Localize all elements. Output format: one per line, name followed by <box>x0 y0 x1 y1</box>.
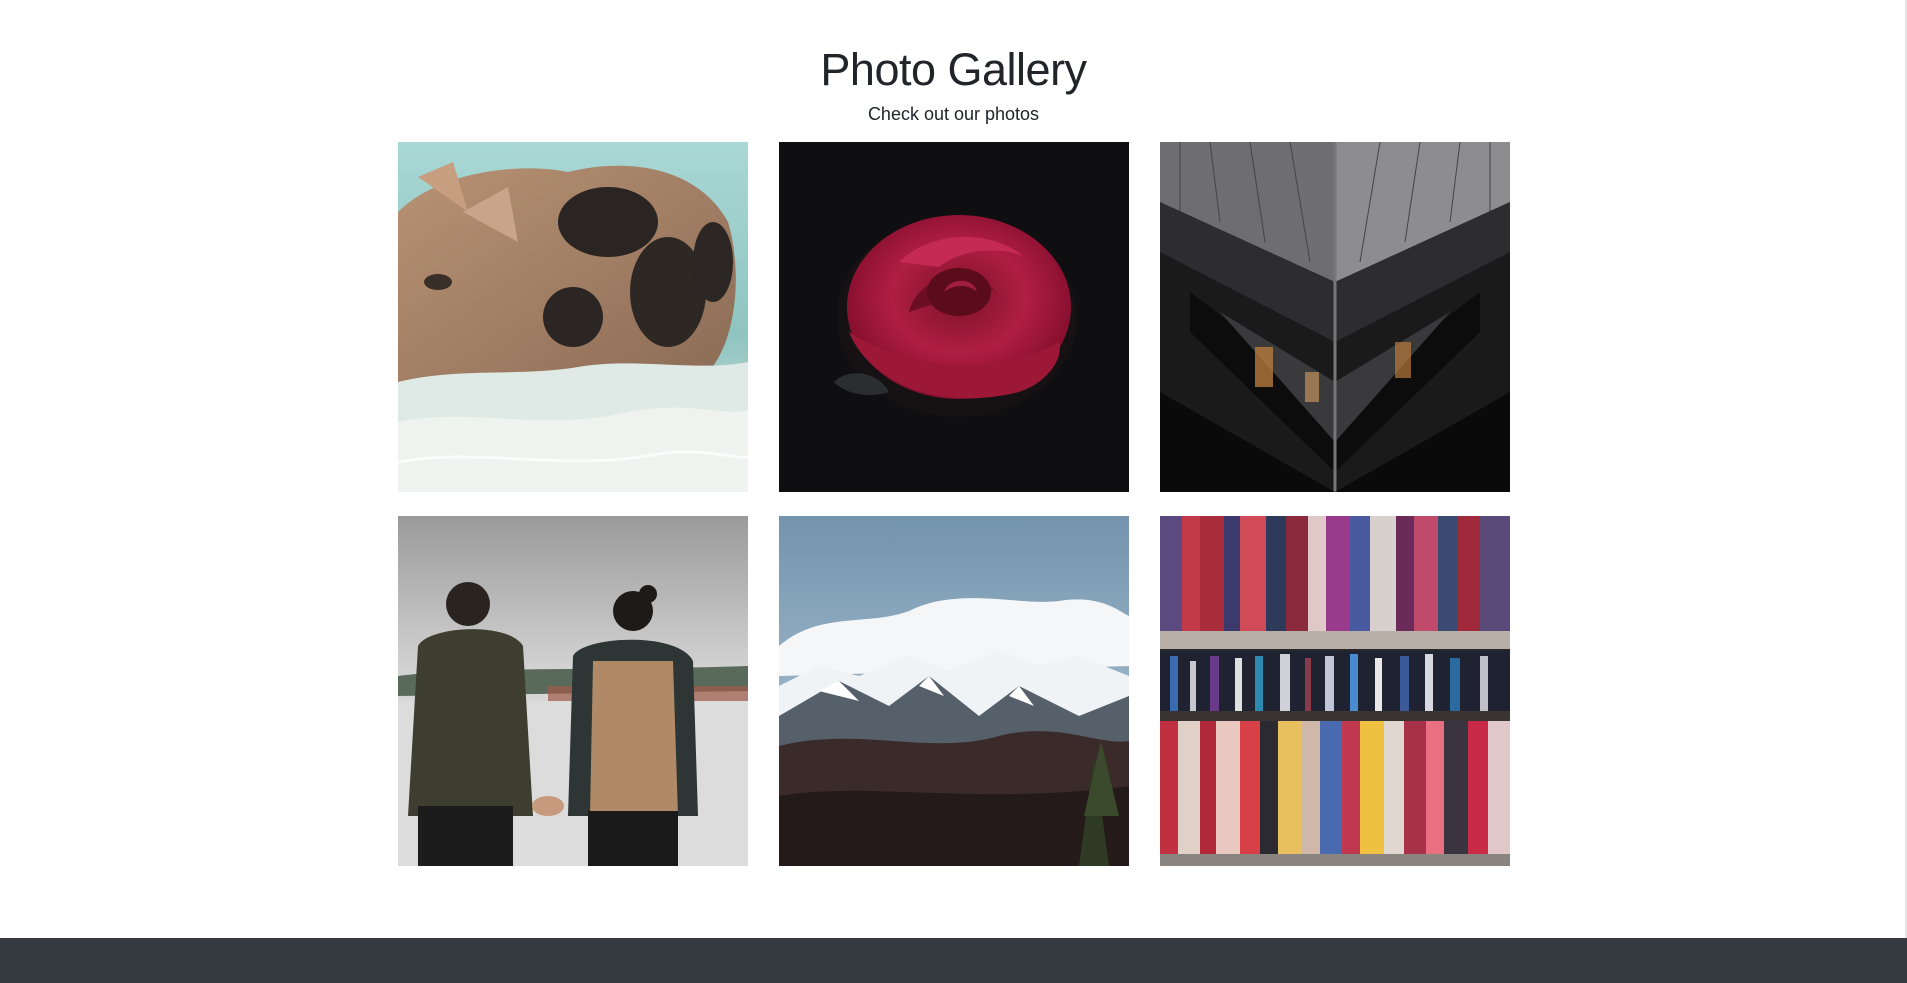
footer <box>0 938 1907 983</box>
page-subtitle: Check out our photos <box>867 104 1040 124</box>
gallery-photo-pig[interactable] <box>398 142 748 492</box>
red-rose-photo <box>779 142 1129 492</box>
skyscraper-facade-photo <box>1160 142 1510 492</box>
library-bookshelf-photo <box>1160 516 1510 866</box>
photo-gallery-grid <box>398 142 1510 866</box>
gallery-photo-mountains[interactable] <box>779 516 1129 866</box>
page-title: Photo Gallery <box>820 44 1087 95</box>
pig-swimming-photo <box>398 142 748 492</box>
gallery-photo-rose[interactable] <box>779 142 1129 492</box>
gallery-photo-books[interactable] <box>1160 516 1510 866</box>
gallery-photo-building[interactable] <box>1160 142 1510 492</box>
snowy-mountains-photo <box>779 516 1129 866</box>
gallery-photo-couple[interactable] <box>398 516 748 866</box>
couple-holding-hands-photo <box>398 516 748 866</box>
